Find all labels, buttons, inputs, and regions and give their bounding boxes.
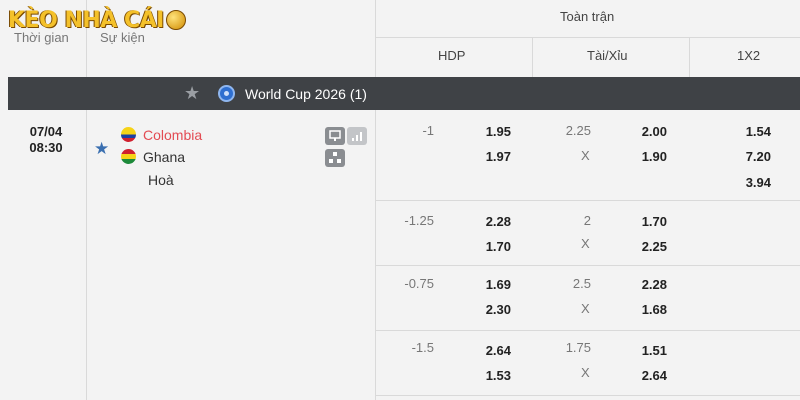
- stats-icon[interactable]: [347, 127, 367, 145]
- hdp-home-odds[interactable]: 1.95: [471, 124, 511, 139]
- ou-line: 2.25: [565, 123, 591, 138]
- 1x2-away-odds[interactable]: 7.20: [731, 149, 771, 164]
- ou-over-odds[interactable]: 2.00: [627, 124, 667, 139]
- col-event-label: Sự kiện: [100, 30, 145, 45]
- hdp-away-odds[interactable]: 2.30: [471, 302, 511, 317]
- 1x2-home-odds[interactable]: 1.54: [731, 124, 771, 139]
- hdp-away-odds[interactable]: 1.70: [471, 239, 511, 254]
- ou-line: 2.5: [572, 276, 591, 291]
- hdp-line: -1.5: [411, 340, 434, 355]
- flag-ghana-icon: [121, 149, 136, 169]
- 1x2-header[interactable]: 1X2: [737, 48, 760, 63]
- ou-x: X: [581, 365, 590, 380]
- ou-under-odds[interactable]: 2.64: [627, 368, 667, 383]
- live-tv-icon[interactable]: [325, 127, 345, 145]
- ou-line: 1.75: [565, 340, 591, 355]
- hdp-away-odds[interactable]: 1.53: [471, 368, 511, 383]
- lineup-icon[interactable]: [325, 149, 345, 167]
- 1x2-draw-odds[interactable]: 3.94: [731, 175, 771, 190]
- hdp-home-odds[interactable]: 2.64: [471, 343, 511, 358]
- league-bar[interactable]: ★ World Cup 2026 (1): [8, 77, 800, 110]
- flag-colombia-icon: [121, 127, 136, 147]
- match-time: 08:30: [29, 140, 63, 155]
- hdp-away-odds[interactable]: 1.97: [471, 149, 511, 164]
- home-team[interactable]: Colombia: [143, 127, 202, 143]
- draw-label: Hoà: [148, 172, 174, 188]
- favorite-star-icon[interactable]: ★: [94, 139, 109, 159]
- period-title: Toàn trận: [560, 9, 615, 24]
- ou-under-odds[interactable]: 2.25: [627, 239, 667, 254]
- ou-under-odds[interactable]: 1.68: [627, 302, 667, 317]
- hdp-line: -1: [422, 123, 434, 138]
- ou-over-odds[interactable]: 1.51: [627, 343, 667, 358]
- favorite-star-icon[interactable]: ★: [184, 83, 200, 104]
- away-team[interactable]: Ghana: [143, 149, 185, 165]
- league-name: World Cup 2026 (1): [245, 86, 367, 102]
- match-area: [0, 110, 800, 400]
- match-date: 07/04: [29, 124, 63, 139]
- ou-under-odds[interactable]: 1.90: [627, 149, 667, 164]
- col-time-label: Thời gian: [14, 30, 69, 45]
- ou-x: X: [581, 236, 590, 251]
- ou-header[interactable]: Tài/Xỉu: [587, 48, 627, 63]
- ou-line: 2: [583, 213, 591, 228]
- hdp-header[interactable]: HDP: [438, 48, 465, 63]
- football-icon: [165, 10, 186, 30]
- hdp-home-odds[interactable]: 1.69: [471, 277, 511, 292]
- globe-icon: [218, 85, 235, 102]
- hdp-line: -0.75: [404, 276, 434, 291]
- ou-x: X: [581, 301, 590, 316]
- ou-x: X: [581, 148, 590, 163]
- ou-over-odds[interactable]: 2.28: [627, 277, 667, 292]
- league-count: (1): [349, 86, 367, 102]
- hdp-line: -1.25: [404, 213, 434, 228]
- ou-over-odds[interactable]: 1.70: [627, 214, 667, 229]
- hdp-home-odds[interactable]: 2.28: [471, 214, 511, 229]
